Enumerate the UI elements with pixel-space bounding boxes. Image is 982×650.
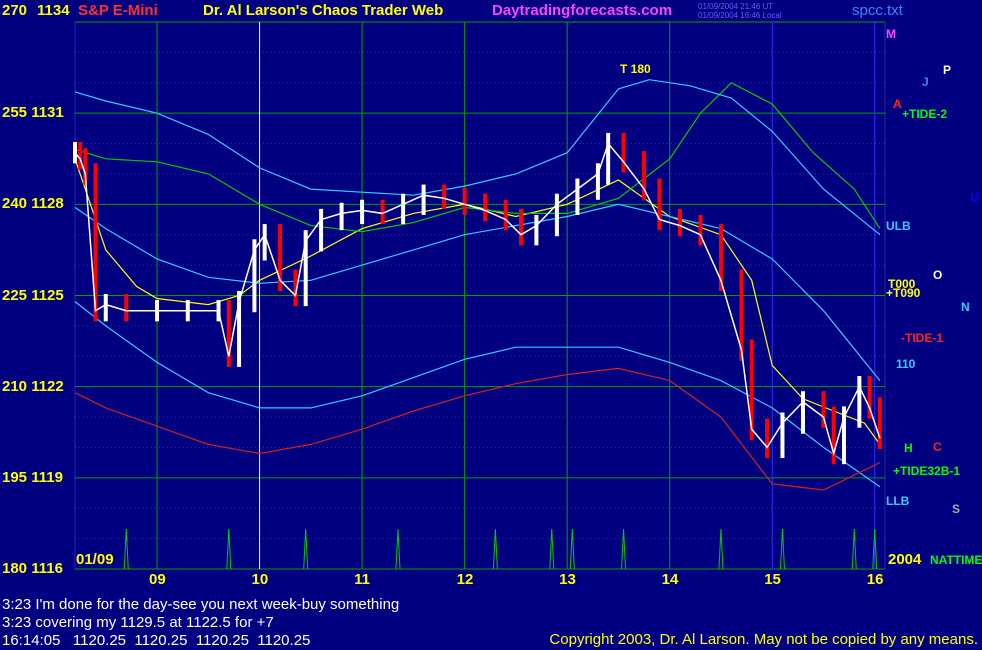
y-tick-label-1131: 255 1131 (2, 104, 64, 122)
price-bar (780, 412, 785, 459)
message-line-2: 3:23 covering my 1129.5 at 1122.5 for +7 (2, 614, 274, 631)
y-tick-label-1128: 240 1128 (2, 195, 64, 213)
price-bar (360, 199, 365, 225)
price-bar (606, 132, 611, 185)
annotation-label: +TIDE-2 (902, 107, 948, 121)
x-tick-label-12: 12 (456, 571, 474, 588)
price-bar (534, 214, 539, 246)
price-bar (401, 193, 406, 225)
annotation-label: S (952, 502, 961, 516)
price-bar (657, 178, 662, 231)
year-label: 2004 (888, 551, 922, 568)
price-bar (554, 193, 559, 237)
x-tick-label-10: 10 (251, 571, 269, 588)
x-tick-label-13: 13 (559, 571, 576, 588)
price-bar (800, 391, 805, 434)
x-tick-label-14: 14 (661, 571, 679, 588)
quote-line: 16:14:05 1120.25 1120.25 1120.25 1120.25 (2, 632, 310, 649)
price-bar (339, 202, 344, 231)
quote-time: 16:14:05 (2, 632, 61, 649)
price-bar (73, 142, 77, 164)
annotation-label: O (933, 268, 943, 282)
price-bar (698, 214, 703, 246)
x-tick-label-15: 15 (764, 571, 781, 588)
annotation-label: J (922, 75, 929, 89)
y-tick-label-1119: 195 1119 (2, 468, 63, 486)
price-bar (503, 199, 508, 231)
price-bar (877, 397, 882, 449)
annotation-label: N (961, 300, 970, 314)
annotation-label: +T090 (886, 286, 921, 300)
annotation-label: A (893, 97, 902, 111)
price-bar (483, 193, 488, 222)
price-bar (421, 184, 426, 215)
annotation-label: C (933, 440, 942, 454)
price-bar (319, 208, 324, 252)
price-bar (765, 418, 770, 459)
price-bar (677, 208, 682, 237)
start-date-label: 01/09 (76, 551, 114, 568)
annotation-label: M (886, 27, 896, 41)
annotation-label: H (904, 441, 913, 455)
quote-open: 1120.25 (72, 632, 127, 649)
header-title: Dr. Al Larson's Chaos Trader Web (203, 2, 444, 19)
annotation-label: LLB (886, 494, 910, 508)
header-timestamps: 01/09/2004 21:46 UT 01/09/2004 16:46 Loc… (698, 2, 782, 20)
price-bar (78, 142, 83, 170)
price-bar (380, 199, 385, 225)
quote-close: 1120.25 (257, 632, 311, 649)
chart-canvas (0, 0, 982, 650)
y-tick-label-1122: 210 1122 (2, 377, 64, 395)
price-bar (519, 208, 524, 246)
annotation-label: 110 (896, 357, 916, 371)
chart-title-symbol: S&P E-Mini (78, 2, 158, 19)
x-tick-label-16: 16 (866, 571, 884, 588)
price-bar (462, 187, 467, 215)
header-file: spcc.txt (852, 2, 903, 19)
price-bar (103, 293, 108, 322)
header-timestamp-ut: 01/09/2004 21:46 UT (698, 2, 774, 11)
annotation-label: -TIDE-1 (901, 331, 943, 345)
price-bar (575, 178, 580, 215)
price-bar (262, 224, 267, 261)
header-site: Daytradingforecasts.com (492, 2, 673, 19)
message-line-1: 3:23 I'm done for the day-see you next w… (2, 596, 400, 613)
header-timestamp-local: 01/09/2004 16:46 Local (698, 11, 782, 20)
price-bar (857, 376, 862, 428)
annotation-label: ULB (886, 219, 911, 233)
x-tick-label-09: 09 (149, 571, 166, 588)
annotation-label: +TIDE32B-1 (893, 464, 961, 478)
y-tick-label-1125: 225 1125 (2, 286, 64, 304)
header-y1: 270 (2, 2, 28, 19)
annotation-label: U (970, 190, 979, 204)
y-tick-label-1116: 180 1116 (2, 560, 63, 577)
price-bar (621, 132, 626, 173)
price-bar (124, 293, 129, 322)
annotation-label: P (943, 63, 952, 77)
annotation-label: T 180 (620, 62, 651, 76)
quote-high: 1120.25 (134, 632, 188, 649)
quote-low: 1120.25 (195, 632, 249, 649)
price-bar (226, 300, 231, 367)
annotation-label: NATTIME (930, 553, 982, 567)
copyright: Copyright 2003, Dr. Al Larson. May not b… (549, 631, 978, 648)
x-tick-label-11: 11 (354, 571, 370, 588)
price-bar (442, 184, 447, 209)
header-y2: 1134 (37, 2, 70, 19)
